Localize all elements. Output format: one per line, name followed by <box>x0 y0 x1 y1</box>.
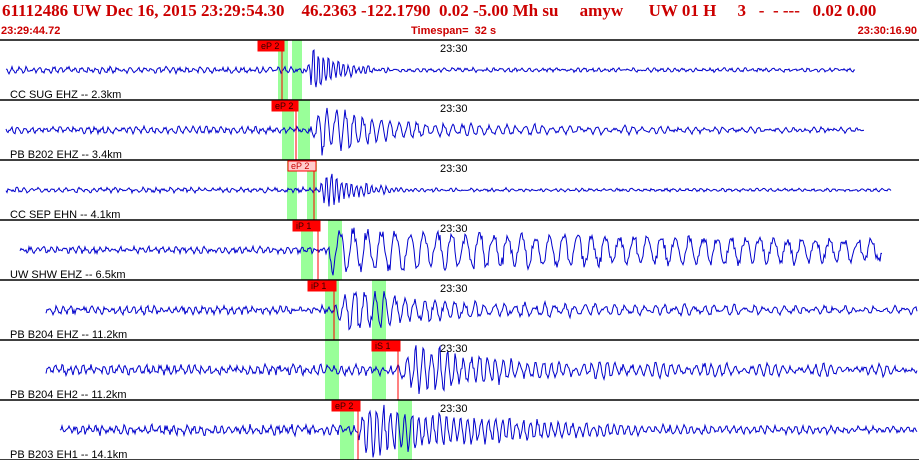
waveform-trace <box>5 107 865 156</box>
waveform-trace <box>5 173 892 207</box>
channel-row[interactable]: iP 1 23:30 PB B204 EHZ -- 11.2km <box>0 279 919 341</box>
waveform-trace <box>45 344 918 395</box>
waveform-trace <box>5 49 856 88</box>
channel-row[interactable]: eP 2 23:30 CC SEP EHN -- 4.1km <box>0 159 919 221</box>
time-marker-label: 23:30 <box>440 163 468 175</box>
time-marker-label: 23:30 <box>440 283 468 295</box>
channel-label: PB B204 EHZ -- 11.2km <box>10 329 127 341</box>
time-marker-label: 23:30 <box>440 223 468 235</box>
phase-pick-label: eP 2 <box>335 401 353 411</box>
phase-pick-label: eP 2 <box>261 41 279 51</box>
pick-window <box>372 280 386 340</box>
time-marker-label: 23:30 <box>440 43 468 55</box>
channel-row[interactable]: iS 1 23:30 PB B204 EH2 -- 11.2km <box>0 339 919 401</box>
seismogram-plot[interactable]: eP 2 23:30 CC SUG EHZ -- 2.3km eP 2 23:30 PB … <box>0 0 919 460</box>
time-marker-label: 23:30 <box>440 403 468 415</box>
phase-pick-label: eP 2 <box>291 161 309 171</box>
channel-label: CC SEP EHN -- 4.1km <box>10 209 120 221</box>
time-marker-label: 23:30 <box>440 103 468 115</box>
pick-window <box>325 340 339 400</box>
waveform-trace <box>59 404 918 458</box>
pick-window <box>328 220 342 280</box>
phase-pick-label: iS 1 <box>375 341 391 351</box>
channel-label: PB B204 EH2 -- 11.2km <box>10 389 127 401</box>
channel-label: PB B202 EHZ -- 3.4km <box>10 149 122 161</box>
channel-label: UW SHW EHZ -- 6.5km <box>10 269 126 281</box>
channel-label: CC SUG EHZ -- 2.3km <box>10 89 121 101</box>
channel-row[interactable]: eP 2 23:30 PB B203 EH1 -- 14.1km <box>0 399 919 460</box>
waveform-trace <box>45 290 918 331</box>
phase-pick-label: eP 2 <box>275 101 293 111</box>
channel-row[interactable]: iP 1 23:30 UW SHW EHZ -- 6.5km <box>0 219 919 281</box>
time-marker-label: 23:30 <box>440 343 468 355</box>
channel-row[interactable]: eP 2 23:30 PB B202 EHZ -- 3.4km <box>0 99 919 161</box>
channel-row[interactable]: eP 2 23:30 CC SUG EHZ -- 2.3km <box>0 39 919 101</box>
channel-label: PB B203 EH1 -- 14.1km <box>10 449 127 460</box>
phase-pick-label: iP 1 <box>296 221 311 231</box>
phase-pick-label: iP 1 <box>311 281 326 291</box>
